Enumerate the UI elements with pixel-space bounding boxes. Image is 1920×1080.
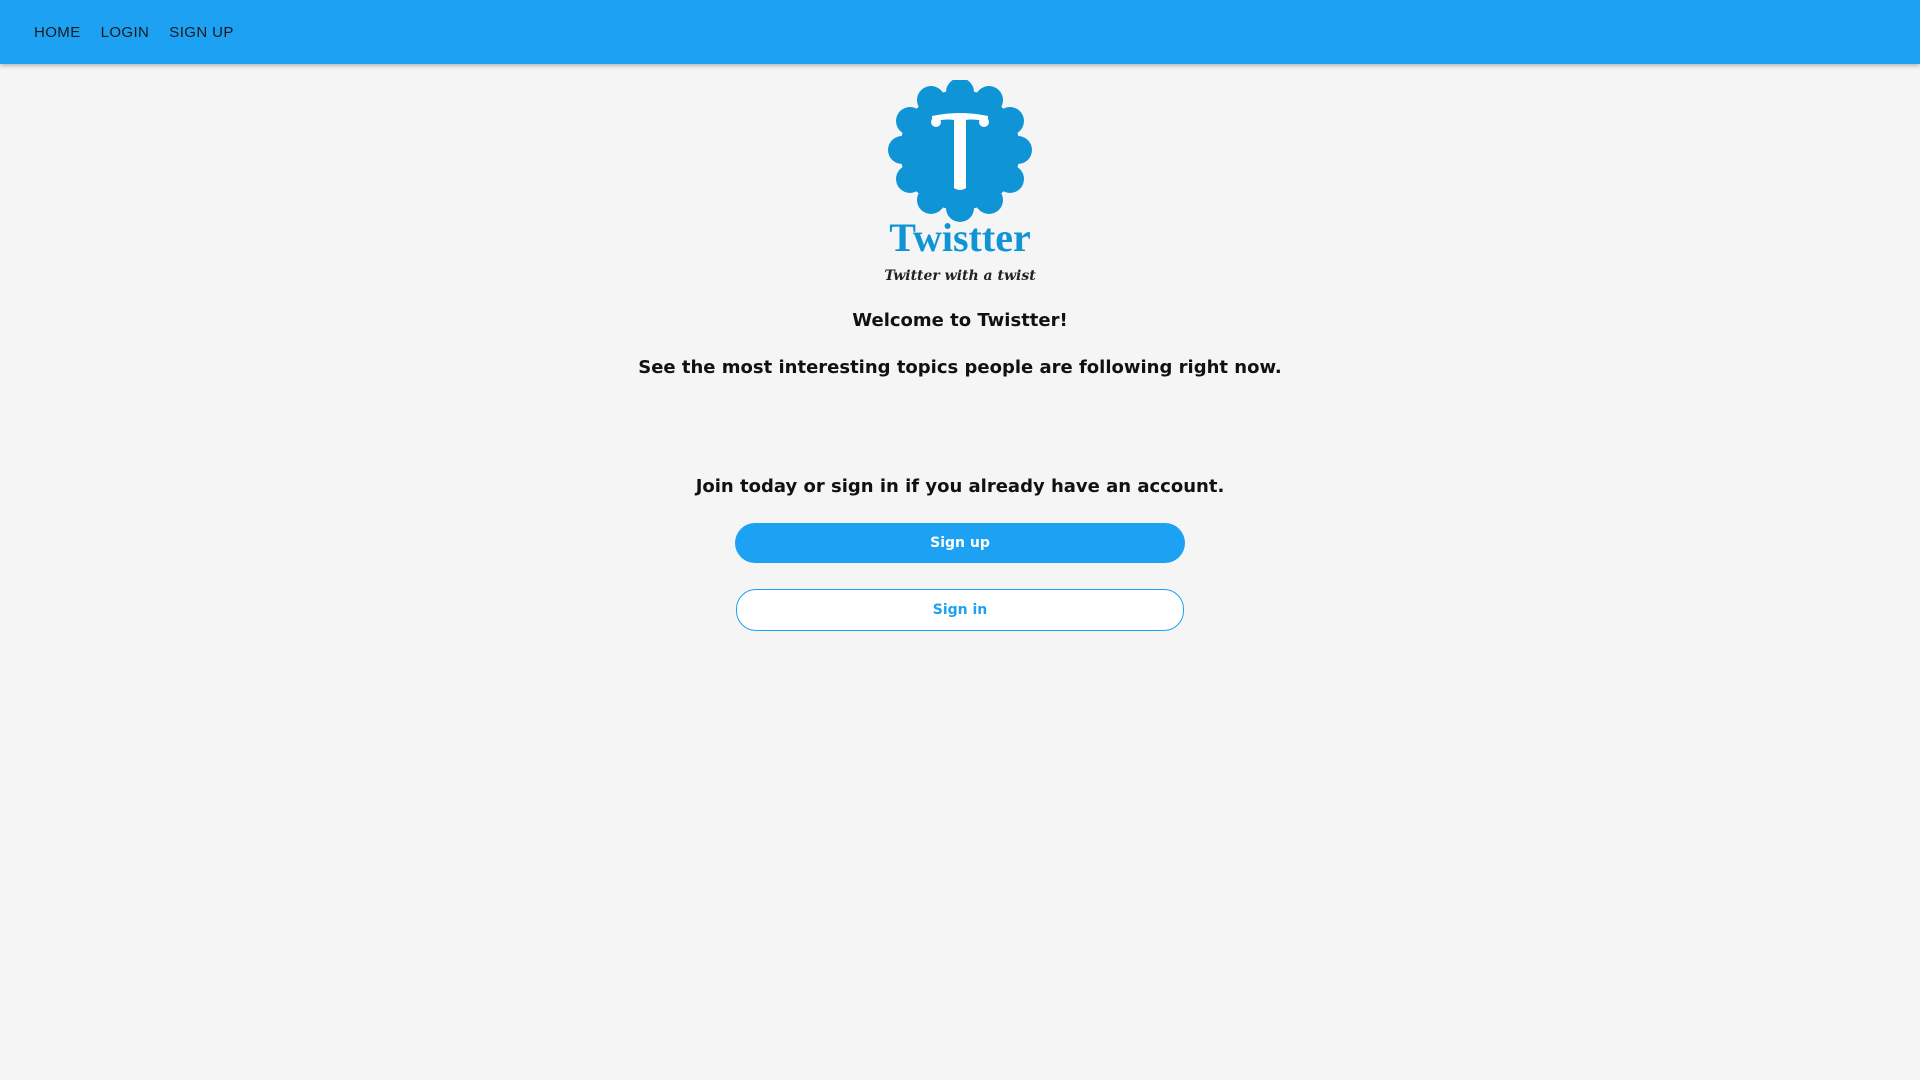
logo-wordmark: Twistter [889,215,1030,260]
top-app-bar: HOME LOGIN SIGN UP [0,0,1920,64]
nav-home-link[interactable]: HOME [24,16,91,49]
tagline-text: See the most interesting topics people a… [638,357,1282,378]
nav-login-link[interactable]: LOGIN [91,16,160,49]
logo-slogan: Twitter with a twist [884,268,1036,284]
sign-up-button[interactable]: Sign up [735,523,1185,563]
join-prompt-text: Join today or sign in if you already hav… [695,476,1225,497]
nav-signup-link[interactable]: SIGN UP [159,16,243,49]
main-content: Twistter Twitter with a twist Welcome to… [0,64,1920,631]
twistter-logo: Twistter Twitter with a twist [884,80,1036,284]
sign-in-button[interactable]: Sign in [736,589,1184,631]
twistter-badge-icon [888,80,1032,222]
welcome-heading: Welcome to Twistter! [852,310,1068,331]
